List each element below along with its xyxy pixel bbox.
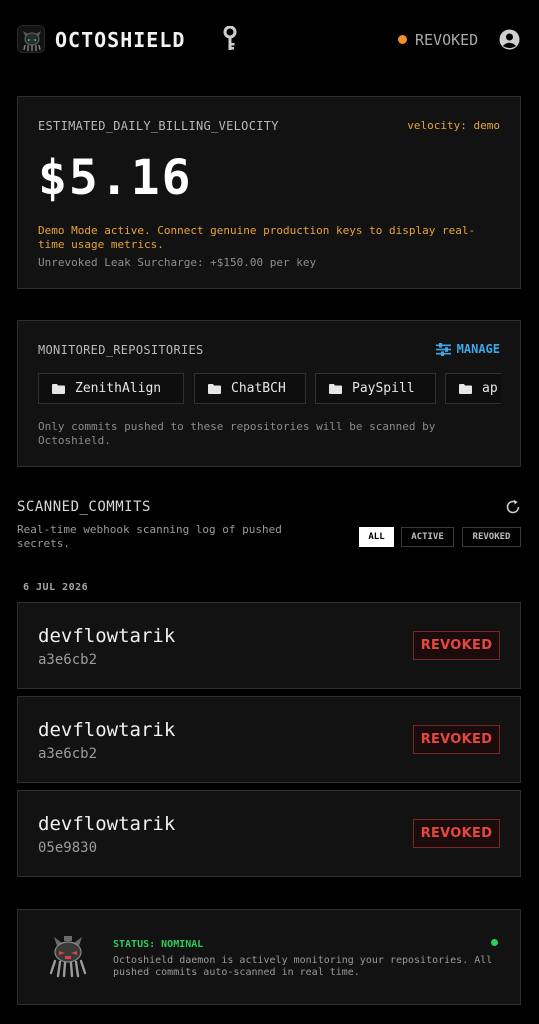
commit-hash: a3e6cb2 bbox=[38, 746, 98, 762]
key-icon[interactable] bbox=[222, 25, 238, 52]
folder-icon bbox=[329, 383, 342, 394]
status-dot bbox=[398, 35, 407, 44]
commit-hash: a3e6cb2 bbox=[38, 652, 98, 668]
repositories-card: MONITORED_REPOSITORIES MANAGE ZenithAlig… bbox=[17, 320, 521, 467]
billing-amount: $5.16 bbox=[38, 150, 193, 206]
daemon-status-card: STATUS: NOMINAL Octoshield daemon is act… bbox=[17, 909, 521, 1005]
repositories-note: Only commits pushed to these repositorie… bbox=[38, 420, 436, 447]
scanned-commits-description: Real-time webhook scanning log of pushed… bbox=[17, 523, 282, 550]
folder-icon bbox=[459, 383, 472, 394]
user-avatar-icon[interactable] bbox=[499, 29, 520, 50]
folder-icon bbox=[208, 383, 221, 394]
repo-chip[interactable]: ap bbox=[445, 373, 501, 404]
leak-surcharge-note: Unrevoked Leak Surcharge: +$150.00 per k… bbox=[38, 256, 317, 269]
commit-hash: 05e9830 bbox=[38, 840, 98, 856]
velocity-label: velocity: demo bbox=[407, 119, 500, 132]
revoked-status-badge: REVOKED bbox=[413, 819, 500, 848]
filter-all-button[interactable]: ALL bbox=[359, 527, 394, 547]
repo-name: ap bbox=[482, 381, 498, 396]
repo-chip[interactable]: PaySpill bbox=[315, 373, 436, 404]
folder-icon bbox=[52, 383, 65, 394]
sliders-icon bbox=[435, 342, 451, 356]
billing-card: ESTIMATED_DAILY_BILLING_VELOCITY velocit… bbox=[17, 96, 521, 289]
commit-author: devflowtarik bbox=[38, 813, 176, 835]
brand-title: OCTOSHIELD bbox=[55, 28, 186, 52]
status-description: Octoshield daemon is actively monitoring… bbox=[113, 955, 493, 978]
scanned-commits-title: SCANNED_COMMITS bbox=[17, 499, 151, 515]
commit-author: devflowtarik bbox=[38, 625, 176, 647]
repo-name: PaySpill bbox=[352, 381, 415, 396]
commit-row[interactable]: devflowtarik 05e9830 REVOKED bbox=[17, 790, 521, 877]
repo-chip[interactable]: ChatBCH bbox=[194, 373, 306, 404]
status-label: REVOKED bbox=[415, 31, 479, 49]
billing-label: ESTIMATED_DAILY_BILLING_VELOCITY bbox=[38, 119, 279, 133]
repo-name: ZenithAlign bbox=[75, 381, 162, 396]
commit-row[interactable]: devflowtarik a3e6cb2 REVOKED bbox=[17, 602, 521, 689]
repository-list[interactable]: ZenithAlign ChatBCH PaySpill ap bbox=[38, 373, 501, 404]
commit-author: devflowtarik bbox=[38, 719, 176, 741]
status-nominal-title: STATUS: NOMINAL bbox=[113, 939, 204, 950]
refresh-icon[interactable] bbox=[505, 499, 521, 515]
octoshield-logo-icon[interactable] bbox=[17, 25, 45, 53]
revoked-status-badge: REVOKED bbox=[413, 631, 500, 660]
commit-row[interactable]: devflowtarik a3e6cb2 REVOKED bbox=[17, 696, 521, 783]
revoked-status-badge: REVOKED bbox=[413, 725, 500, 754]
manage-button[interactable]: MANAGE bbox=[435, 341, 500, 357]
filter-active-button[interactable]: ACTIVE bbox=[401, 527, 454, 547]
status-indicator-dot bbox=[491, 939, 498, 946]
repo-chip[interactable]: ZenithAlign bbox=[38, 373, 184, 404]
demo-mode-note: Demo Mode active. Connect genuine produc… bbox=[38, 224, 476, 251]
repo-name: ChatBCH bbox=[231, 381, 286, 396]
manage-label: MANAGE bbox=[456, 342, 500, 356]
date-group-header: 6 JUL 2026 bbox=[23, 582, 89, 593]
filter-revoked-button[interactable]: REVOKED bbox=[462, 527, 521, 547]
app-header: OCTOSHIELD REVOKED bbox=[0, 0, 539, 80]
repositories-label: MONITORED_REPOSITORIES bbox=[38, 343, 204, 357]
octoshield-mascot-icon bbox=[45, 934, 91, 978]
